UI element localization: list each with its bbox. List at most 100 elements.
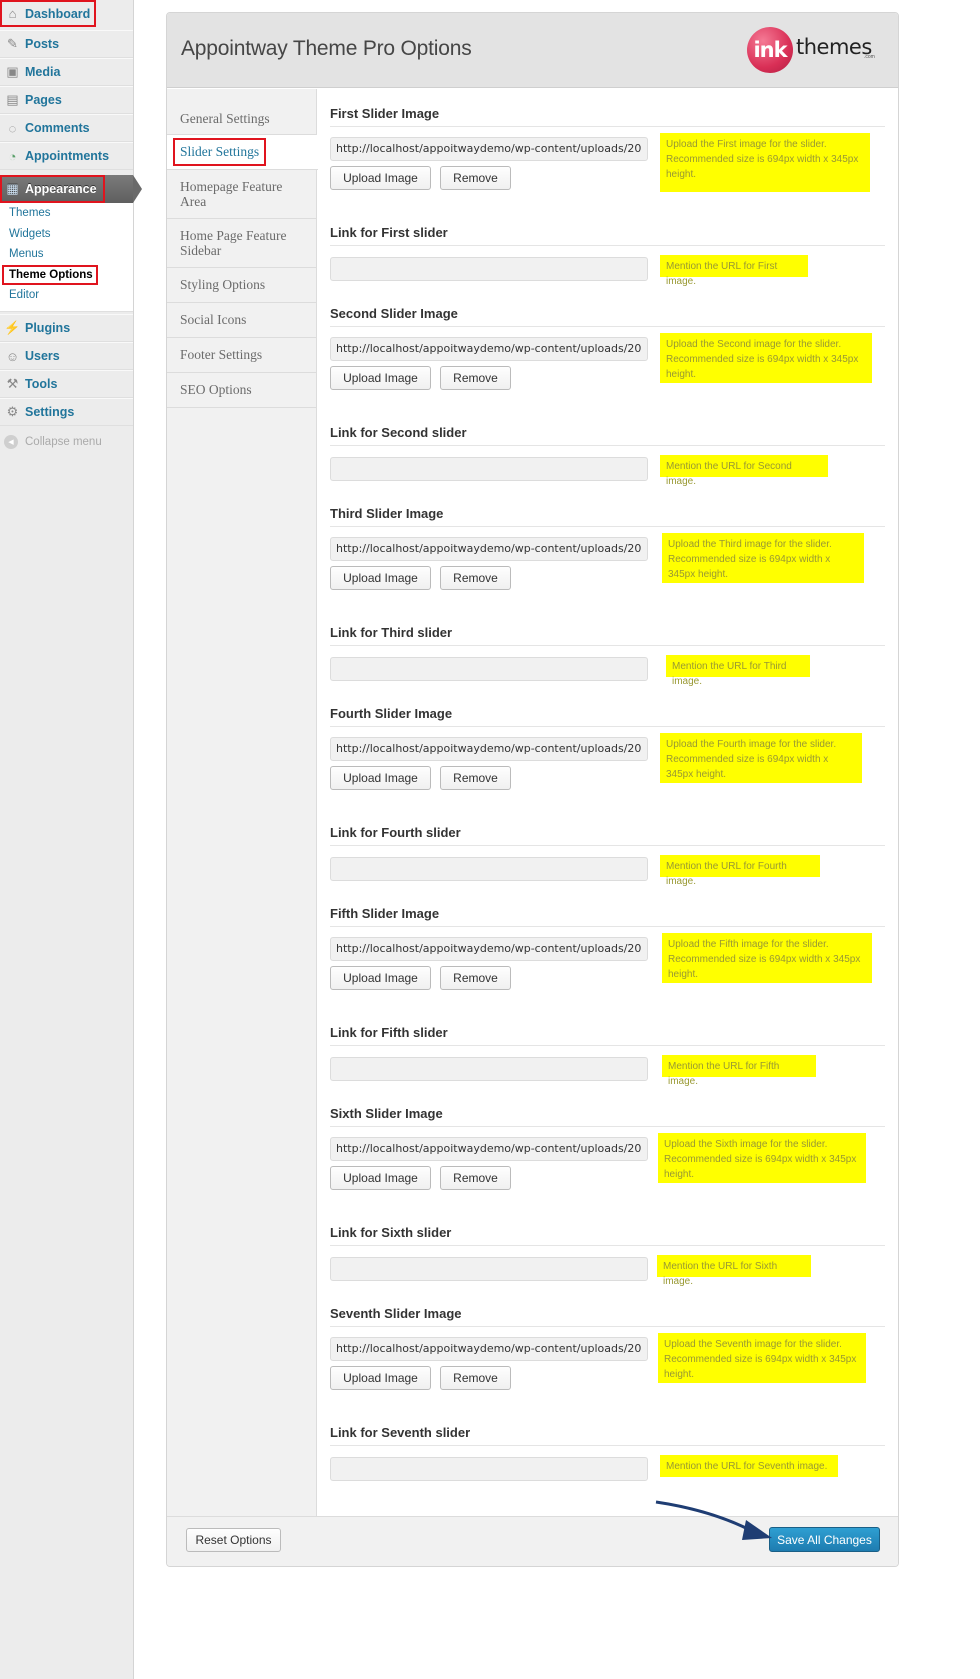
slider-image-url-input[interactable]: http://localhost/appoitwaydemo/wp-conten… [330, 737, 648, 761]
annotation-arrow-icon [655, 1500, 772, 1540]
sidebar-item-plugins[interactable]: ⚡ Plugins [0, 314, 133, 342]
collapse-arrow-icon: ◀ [4, 435, 18, 449]
slider-link-title: Link for Fourth slider [330, 825, 461, 840]
sidebar-item-comments[interactable]: ◌ Comments [0, 114, 133, 142]
sidebar-item-pages[interactable]: ▤ Pages [0, 86, 133, 114]
tab-label: General Settings [180, 110, 270, 126]
remove-image-button[interactable]: Remove [440, 366, 511, 390]
section-divider [330, 1445, 885, 1446]
remove-image-button[interactable]: Remove [440, 566, 511, 590]
tab-label: Home Page Feature Sidebar [180, 227, 287, 258]
sidebar-item-label: Plugins [25, 321, 71, 335]
slider-image-title: Sixth Slider Image [330, 1106, 443, 1121]
image-hint: Upload the Fifth image for the slider. R… [662, 933, 872, 983]
slider-link-input[interactable] [330, 257, 648, 281]
upload-image-button[interactable]: Upload Image [330, 1166, 431, 1190]
image-hint: Upload the Seventh image for the slider.… [658, 1333, 866, 1383]
tab-homepage-feature-area[interactable]: Homepage Feature Area [167, 170, 317, 219]
section-divider [330, 1326, 885, 1327]
link-hint: Mention the URL for Sixth image. [657, 1255, 811, 1287]
slider-link-title: Link for Third slider [330, 625, 453, 640]
remove-image-button[interactable]: Remove [440, 166, 511, 190]
collapse-menu-button[interactable]: ◀ Collapse menu [4, 435, 102, 449]
tab-footer-settings[interactable]: Footer Settings [167, 338, 317, 373]
clock-calendar-icon: ◔ [8, 148, 17, 164]
tab-social-icons[interactable]: Social Icons [167, 303, 317, 338]
settings-icon: ⚙ [6, 404, 19, 419]
section-divider [330, 326, 885, 327]
sidebar-item-posts[interactable]: ✎ Posts [0, 30, 133, 58]
upload-image-button[interactable]: Upload Image [330, 766, 431, 790]
link-hint: Mention the URL for Seventh image. [660, 1455, 838, 1477]
panel-header: Appointway Theme Pro Options ink themes … [167, 13, 898, 88]
tools-icon: ⚒ [6, 376, 19, 391]
remove-image-button[interactable]: Remove [440, 1166, 511, 1190]
sidebar-item-tools[interactable]: ⚒ Tools [0, 370, 133, 398]
slider-link-input[interactable] [330, 857, 648, 881]
section-divider [330, 1126, 885, 1127]
save-all-changes-button[interactable]: Save All Changes [769, 1527, 880, 1552]
tab-home-page-feature-sidebar[interactable]: Home Page Feature Sidebar [167, 219, 317, 268]
remove-image-button[interactable]: Remove [440, 966, 511, 990]
slider-link-input[interactable] [330, 1057, 648, 1081]
sidebar-item-users[interactable]: ☺ Users [0, 342, 133, 370]
submenu-item-editor[interactable]: Editor [0, 285, 133, 306]
slider-image-url-input[interactable]: http://localhost/appoitwaydemo/wp-conten… [330, 337, 648, 361]
slider-image-url-input[interactable]: http://localhost/appoitwaydemo/wp-conten… [330, 1137, 648, 1161]
slider-link-title: Link for Sixth slider [330, 1225, 452, 1240]
upload-image-button[interactable]: Upload Image [330, 366, 431, 390]
sidebar-item-settings[interactable]: ⚙ Settings [0, 398, 133, 426]
reset-options-button[interactable]: Reset Options [186, 1528, 281, 1552]
tab-slider-settings[interactable]: Slider Settings [167, 135, 318, 170]
section-divider [330, 526, 885, 527]
slider-link-input[interactable] [330, 1457, 648, 1481]
upload-image-button[interactable]: Upload Image [330, 1366, 431, 1390]
remove-image-button[interactable]: Remove [440, 1366, 511, 1390]
slider-link-input[interactable] [330, 1257, 648, 1281]
sidebar-item-label: Pages [25, 93, 62, 107]
slider-image-title: Second Slider Image [330, 306, 458, 321]
tab-label: SEO Options [180, 382, 252, 397]
remove-image-button[interactable]: Remove [440, 766, 511, 790]
sidebar-item-dashboard[interactable]: ⌂ Dashboard [0, 0, 96, 27]
slider-image-title: Fourth Slider Image [330, 706, 453, 721]
tab-styling-options[interactable]: Styling Options [167, 268, 317, 303]
plug-icon: ⚡ [4, 320, 21, 335]
submenu-item-widgets[interactable]: Widgets [0, 224, 133, 245]
inkthemes-logo: ink themes .com [747, 25, 887, 75]
admin-sidebar: ⌂ Dashboard ✎ Posts ▣ Media ▤ Pages ◌ Co… [0, 0, 142, 1679]
logo-suffix: .com [864, 54, 875, 60]
section-divider [330, 445, 885, 446]
link-hint: Mention the URL for Third image. [666, 655, 810, 687]
sidebar-item-label: Dashboard [25, 6, 91, 21]
slider-image-url-input[interactable]: http://localhost/appoitwaydemo/wp-conten… [330, 137, 648, 161]
submenu-item-themes[interactable]: Themes [0, 203, 133, 224]
slider-link-input[interactable] [330, 457, 648, 481]
slider-image-url-input[interactable]: http://localhost/appoitwaydemo/wp-conten… [330, 937, 648, 961]
tab-seo-options[interactable]: SEO Options [167, 373, 317, 408]
section-divider [330, 645, 885, 646]
tab-general-settings[interactable]: General Settings [167, 103, 317, 135]
slider-link-input[interactable] [330, 657, 648, 681]
section-divider [330, 1245, 885, 1246]
sidebar-item-appearance[interactable]: ▦ Appearance [0, 175, 142, 203]
slider-image-url-input[interactable]: http://localhost/appoitwaydemo/wp-conten… [330, 537, 648, 561]
submenu-item-menus[interactable]: Menus [0, 244, 133, 265]
sidebar-item-label: Posts [25, 37, 60, 51]
sidebar-item-media[interactable]: ▣ Media [0, 58, 133, 86]
home-icon: ⌂ [8, 6, 17, 21]
upload-image-button[interactable]: Upload Image [330, 566, 431, 590]
sidebar-item-appointments[interactable]: ◔ Appointments [0, 142, 133, 170]
highlight-box [0, 175, 105, 203]
upload-image-button[interactable]: Upload Image [330, 166, 431, 190]
link-hint: Mention the URL for Second image. [660, 455, 828, 487]
section-divider [330, 245, 885, 246]
upload-image-button[interactable]: Upload Image [330, 966, 431, 990]
sidebar-item-label: Comments [25, 121, 90, 135]
slider-link-title: Link for Fifth slider [330, 1025, 448, 1040]
pages-icon: ▤ [6, 92, 19, 107]
tab-label: Styling Options [180, 277, 266, 292]
tab-label: Homepage Feature Area [180, 178, 283, 209]
submenu-item-theme-options[interactable]: Theme Options [2, 264, 98, 285]
slider-image-url-input[interactable]: http://localhost/appoitwaydemo/wp-conten… [330, 1337, 648, 1361]
